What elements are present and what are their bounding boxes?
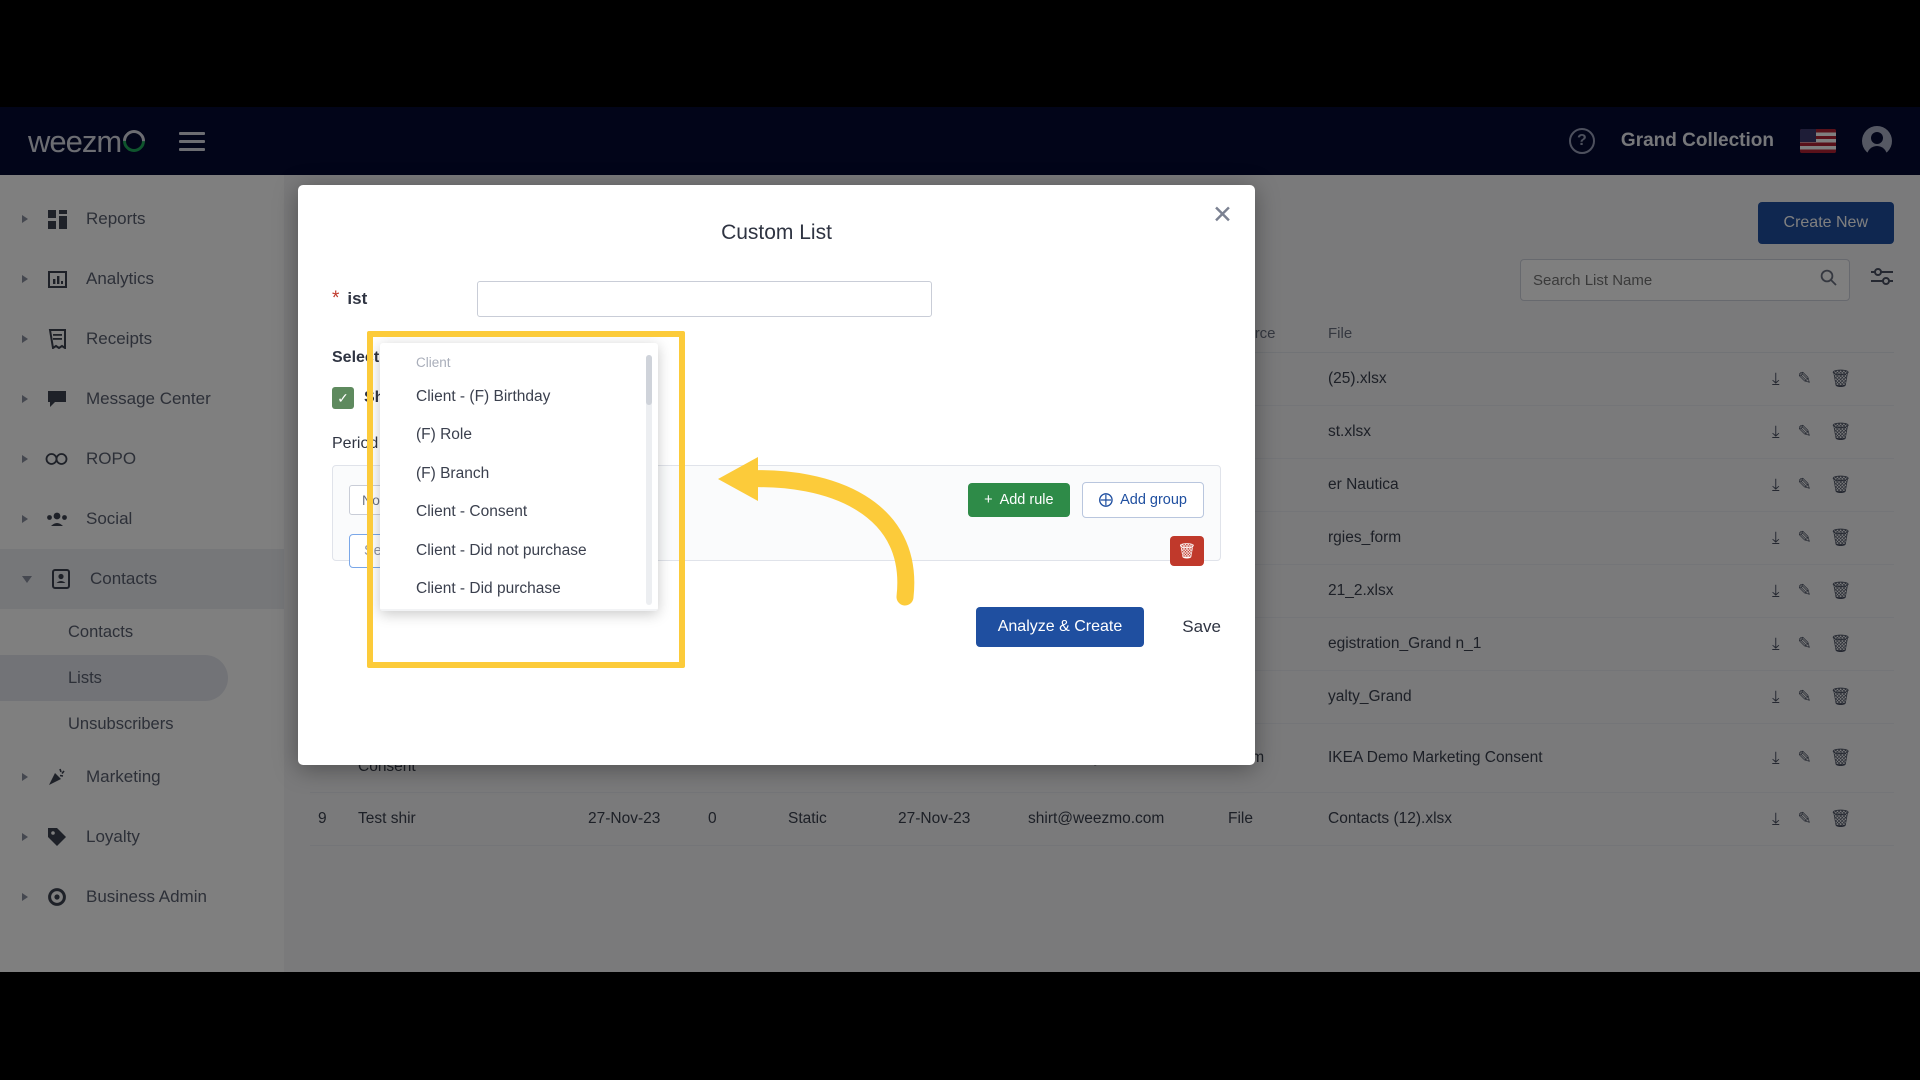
- add-group-button[interactable]: ⨁ Add group: [1081, 482, 1204, 518]
- dropdown-item[interactable]: Client - Purchases (SUM): [380, 608, 658, 611]
- plus-icon: +: [984, 492, 993, 508]
- required-marker: *: [332, 288, 340, 309]
- list-name-input[interactable]: [477, 281, 933, 317]
- dropdown-item[interactable]: (F) Role: [380, 416, 658, 454]
- show-checkbox[interactable]: ✓: [332, 387, 354, 409]
- dropdown-item[interactable]: (F) Branch: [380, 455, 658, 493]
- field-select-dropdown[interactable]: Client Client - (F) Birthday (F) Role (F) …: [380, 343, 658, 611]
- dropdown-item[interactable]: Client - Consent: [380, 493, 658, 531]
- dropdown-group-label: Client: [416, 355, 451, 370]
- close-icon[interactable]: ✕: [1212, 203, 1233, 228]
- list-name-label: ist: [347, 289, 368, 308]
- dropdown-item-list: Client - (F) Birthday (F) Role (F) Branch C…: [380, 378, 658, 611]
- bottom-letterbox-band: [0, 972, 1920, 1080]
- list-name-field-row: * ist: [332, 281, 1221, 317]
- top-letterbox-band: [0, 0, 1920, 107]
- delete-rule-button[interactable]: 🗑: [1170, 536, 1204, 566]
- dropdown-item[interactable]: Client - Did not purchase: [380, 532, 658, 570]
- screenshot-root: weezm ? Grand Collection: [0, 0, 1920, 1080]
- application-window: weezm ? Grand Collection: [0, 107, 1920, 972]
- analyze-and-create-button[interactable]: Analyze & Create: [975, 607, 1145, 647]
- add-group-label: Add group: [1120, 492, 1187, 508]
- dropdown-scrollbar-thumb[interactable]: [646, 355, 652, 405]
- dropdown-item[interactable]: Client - Did purchase: [380, 570, 658, 608]
- modal-title: Custom List: [721, 221, 832, 244]
- add-rule-button[interactable]: + Add rule: [968, 483, 1070, 517]
- dropdown-item[interactable]: Client - (F) Birthday: [380, 378, 658, 416]
- add-rule-label: Add rule: [999, 492, 1054, 508]
- modal-footer-actions: Analyze & Create Save: [332, 607, 1221, 647]
- trash-icon: 🗑: [1177, 543, 1197, 560]
- rules-action-buttons: + Add rule ⨁ Add group: [968, 482, 1204, 518]
- plus-circle-icon: ⨁: [1098, 492, 1114, 508]
- save-button[interactable]: Save: [1182, 617, 1221, 637]
